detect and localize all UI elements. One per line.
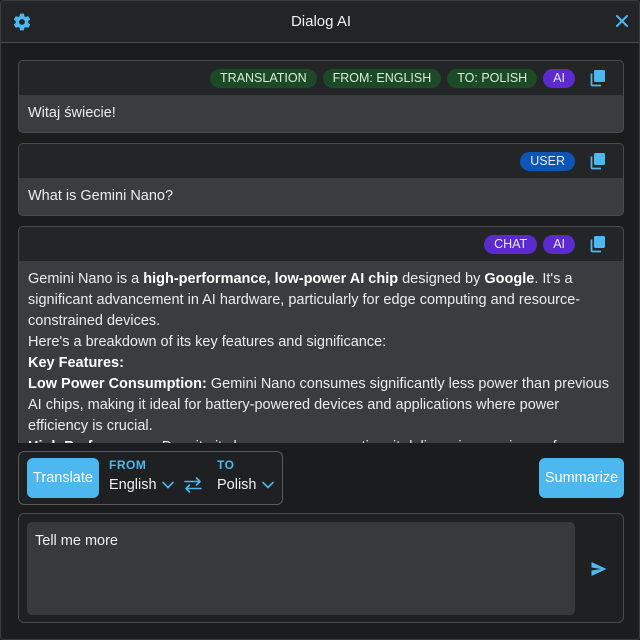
chat-paragraph: High Performance: Despite its low power … [28,437,614,443]
copy-icon[interactable] [589,152,607,170]
tag-translation: TRANSLATION [210,69,317,88]
to-language-select[interactable]: TO Polish [217,458,274,493]
translation-controls: Translate FROM English TO Polish [18,451,283,505]
to-label: TO [217,458,235,472]
message-card: TRANSLATION FROM: ENGLISH TO: POLISH AI … [18,60,624,133]
message-list[interactable]: TRANSLATION FROM: ENGLISH TO: POLISH AI … [1,43,639,443]
message-composer: Tell me more [18,513,624,623]
to-language-value: Polish [217,477,257,493]
bold-text: Key Features: [28,355,124,371]
chat-paragraph: Key Features: [28,353,614,374]
chevron-down-icon [261,481,274,489]
bold-text: Low Power Consumption: [28,376,207,392]
text-segment: designed by [398,271,485,287]
title-bar: Dialog AI [1,1,639,43]
message-header: USER [19,144,623,178]
message-card: USER What is Gemini Nano? [18,143,624,216]
to-language-dropdown[interactable]: Polish [217,477,274,493]
send-icon[interactable] [590,560,608,578]
message-card: CHAT AI Gemini Nano is a high-performanc… [18,226,624,443]
tag-ai: AI [543,235,575,254]
chat-paragraph: Here's a breakdown of its key features a… [28,332,614,353]
chevron-down-icon [161,481,174,489]
chat-paragraph: Low Power Consumption: Gemini Nano consu… [28,374,614,437]
message-tags: TRANSLATION FROM: ENGLISH TO: POLISH AI [210,69,575,88]
text-segment: Here's a breakdown of its key features a… [28,334,387,350]
tag-to-language: TO: POLISH [447,69,538,88]
bold-text: High Performance: [28,439,158,443]
copy-icon[interactable] [589,235,607,253]
message-tags: USER [520,152,575,171]
tag-ai: AI [543,69,575,88]
message-header: CHAT AI [19,227,623,261]
tag-from-language: FROM: ENGLISH [322,69,442,88]
message-tags: CHAT AI [484,235,575,254]
message-text: Gemini Nano is a high-performance, low-p… [19,261,623,443]
text-segment: Despite its low power consumption, it de… [158,439,613,443]
message-input[interactable]: Tell me more [27,522,575,615]
text-segment: Gemini Nano is a [28,271,144,287]
from-language-select[interactable]: FROM English [109,458,174,493]
chat-paragraph: Gemini Nano is a high-performance, low-p… [28,269,614,332]
bold-text: Google [484,271,535,287]
translate-button[interactable]: Translate [27,458,99,498]
message-text: What is Gemini Nano? [28,188,174,204]
window-title: Dialog AI [290,13,352,30]
tag-user: USER [520,152,575,171]
tag-chat: CHAT [484,235,538,254]
summarize-button[interactable]: Summarize [539,458,624,498]
close-icon[interactable] [615,14,629,28]
message-header: TRANSLATION FROM: ENGLISH TO: POLISH AI [19,61,623,95]
copy-icon[interactable] [589,69,607,87]
from-label: FROM [109,458,147,472]
swap-arrows-icon[interactable] [183,477,203,493]
message-text: Witaj świecie! [28,105,116,121]
dialog-window: Dialog AI TRANSLATION FROM: ENGLISH TO: … [0,0,640,640]
from-language-value: English [109,477,157,493]
from-language-dropdown[interactable]: English [109,477,174,493]
bold-text: high-performance, low-power AI chip [143,271,399,287]
